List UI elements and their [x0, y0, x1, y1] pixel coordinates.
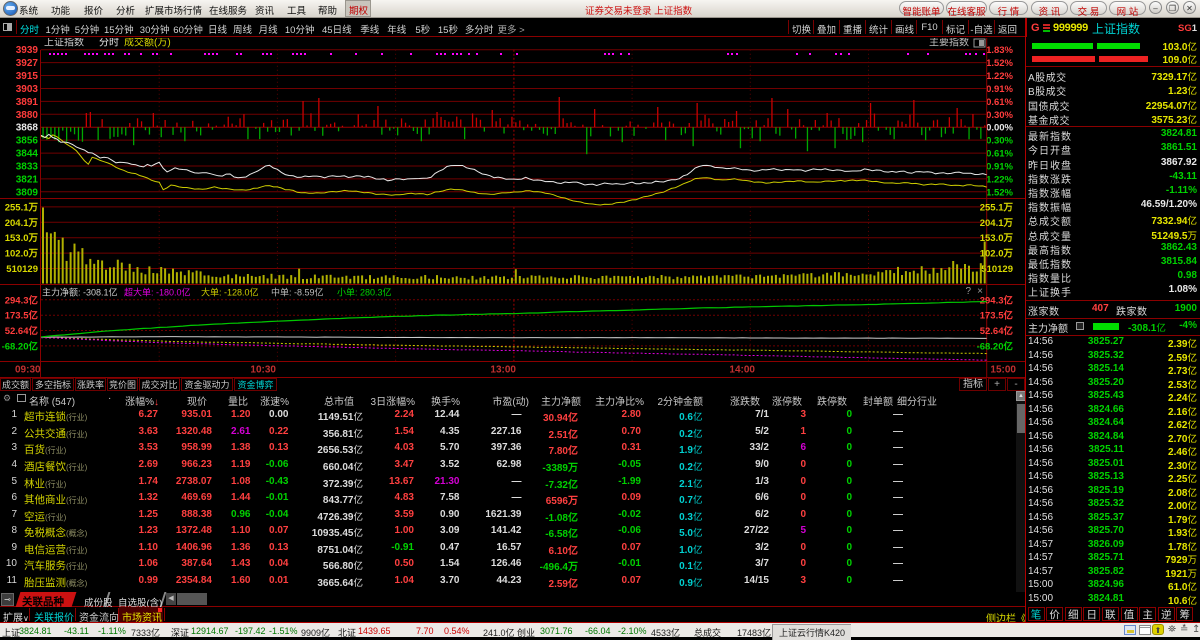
svg-text:大单: -128.0亿: 大单: -128.0亿: [201, 287, 259, 298]
svg-text:3856: 3856: [16, 136, 39, 147]
svg-text:153.0万: 153.0万: [5, 233, 39, 244]
svg-text:3915: 3915: [16, 71, 39, 82]
svg-text:0.00%: 0.00%: [986, 123, 1013, 134]
svg-text:1.52%: 1.52%: [986, 58, 1013, 69]
svg-text:0.30%: 0.30%: [986, 136, 1013, 147]
svg-text:成交额(万): 成交额(万): [124, 38, 171, 49]
svg-text:-68.20亿: -68.20亿: [2, 340, 39, 352]
svg-text:3903: 3903: [16, 84, 39, 95]
svg-text:3927: 3927: [16, 58, 39, 69]
svg-text:1.22%: 1.22%: [986, 174, 1013, 185]
svg-text:3939: 3939: [16, 45, 39, 56]
svg-text:09:30: 09:30: [15, 365, 41, 376]
svg-text:3891: 3891: [16, 97, 39, 108]
svg-text:0.91%: 0.91%: [986, 162, 1013, 173]
svg-text:255.1万: 255.1万: [5, 202, 39, 213]
svg-text:510129: 510129: [981, 264, 1013, 275]
svg-text:510129: 510129: [6, 264, 38, 275]
svg-text:上证指数: 上证指数: [44, 38, 84, 49]
svg-text:15:00: 15:00: [990, 365, 1016, 376]
svg-text:102.0万: 102.0万: [5, 249, 39, 260]
svg-text:超大单: -180.0亿: 超大单: -180.0亿: [124, 287, 191, 298]
svg-text:小单: 280.3亿: 小单: 280.3亿: [337, 287, 392, 298]
svg-text:255.1万: 255.1万: [980, 202, 1014, 213]
svg-text:主力净额: -308.1亿: 主力净额: -308.1亿: [42, 287, 118, 298]
svg-text:1.22%: 1.22%: [986, 71, 1013, 82]
svg-text:204.1万: 204.1万: [5, 218, 39, 229]
svg-text:1.83%: 1.83%: [986, 45, 1013, 56]
svg-text:0.91%: 0.91%: [986, 84, 1013, 95]
svg-text:?: ?: [965, 286, 971, 297]
svg-text:-68.20亿: -68.20亿: [977, 340, 1014, 352]
svg-text:主要指数: 主要指数: [929, 38, 969, 49]
svg-text:173.5亿: 173.5亿: [980, 310, 1014, 322]
svg-text:294.3亿: 294.3亿: [5, 294, 39, 306]
svg-text:3809: 3809: [16, 187, 39, 198]
svg-text:0.61%: 0.61%: [986, 97, 1013, 108]
svg-text:13:00: 13:00: [490, 365, 516, 376]
svg-text:173.5亿: 173.5亿: [5, 310, 39, 322]
svg-text:中单: -8.59亿: 中单: -8.59亿: [271, 287, 324, 298]
svg-text:0.61%: 0.61%: [986, 149, 1013, 160]
svg-text:0.30%: 0.30%: [986, 110, 1013, 121]
svg-text:3821: 3821: [16, 174, 39, 185]
svg-text:10:30: 10:30: [250, 365, 276, 376]
svg-text:3868: 3868: [16, 123, 39, 134]
svg-text:14:00: 14:00: [729, 365, 755, 376]
svg-text:3833: 3833: [16, 162, 39, 173]
svg-text:294.3亿: 294.3亿: [980, 294, 1014, 306]
svg-text:1.52%: 1.52%: [986, 187, 1013, 198]
svg-text:204.1万: 204.1万: [980, 218, 1014, 229]
svg-text:分时: 分时: [99, 38, 119, 49]
svg-text:3880: 3880: [16, 110, 39, 121]
svg-text:52.64亿: 52.64亿: [980, 325, 1014, 337]
svg-text:3844: 3844: [16, 149, 39, 160]
svg-text:52.64亿: 52.64亿: [5, 325, 39, 337]
